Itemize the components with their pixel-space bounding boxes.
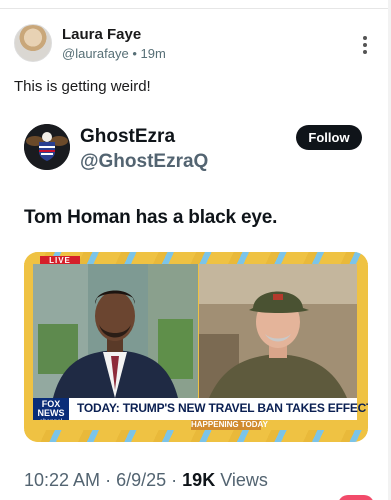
views-count: 19K [182, 470, 216, 490]
banner-stripe-bottom [24, 430, 368, 442]
tweet-media-image[interactable]: LIVE FOX NEWS TODAY: TRUMP'S NEW TRAVEL … [24, 252, 368, 442]
tweet-handle[interactable]: @GhostEzraQ [80, 151, 208, 173]
ticker-bar: HAPPENING TODAY [33, 420, 357, 430]
tweet-timestamp-views: 10:22 AM · 6/9/25 · 19K Views [24, 470, 268, 490]
floating-action-bubble[interactable] [338, 495, 374, 500]
guest-image [199, 264, 357, 398]
post-body: This is getting weird! [14, 78, 151, 95]
tweet-display-name[interactable]: GhostEzra [80, 126, 175, 148]
post-header: Laura Faye @laurafaye • 19m [14, 24, 367, 64]
tweet-date[interactable]: 6/9/25 [116, 470, 166, 490]
author-handle[interactable]: @laurafaye [62, 46, 129, 61]
top-divider [0, 0, 391, 9]
meta-separator: • [132, 46, 137, 61]
author-avatar[interactable] [14, 24, 52, 62]
tweet-author-avatar[interactable] [24, 124, 70, 170]
eagle-crest-icon [24, 124, 70, 170]
author-name[interactable]: Laura Faye [62, 26, 141, 43]
news-chyron: FOX NEWS channel TODAY: TRUMP'S NEW TRAV… [33, 398, 368, 428]
post-meta: @laurafaye • 19m [62, 46, 166, 61]
tweet-time[interactable]: 10:22 AM [24, 470, 100, 490]
happening-today-label: HAPPENING TODAY [191, 420, 268, 430]
chyron-headline: TODAY: TRUMP'S NEW TRAVEL BAN TAKES EFFE… [77, 401, 368, 415]
tweet-text: Tom Homan has a black eye. [24, 207, 278, 228]
follow-button[interactable]: Follow [296, 125, 362, 150]
news-anchor-image [33, 264, 198, 398]
more-options-icon[interactable] [362, 36, 368, 56]
views-label: Views [220, 470, 268, 490]
embedded-tweet[interactable]: GhostEzra @GhostEzraQ Follow Tom Homan h… [10, 112, 382, 500]
video-panel-anchor [33, 264, 198, 398]
video-panel-guest [199, 264, 357, 398]
post-time: 19m [140, 46, 166, 61]
